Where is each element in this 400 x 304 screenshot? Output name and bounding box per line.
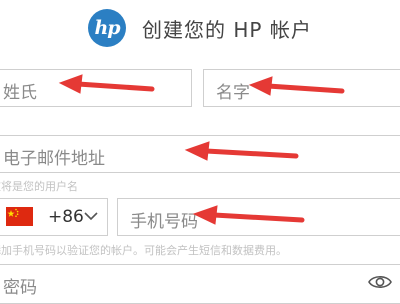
country-code: +86 <box>48 207 84 227</box>
phone-field[interactable]: 手机号码 <box>117 198 400 236</box>
password-placeholder: 密码 <box>3 278 37 298</box>
password-field[interactable]: 密码 <box>0 264 400 304</box>
china-flag-icon <box>6 207 33 226</box>
eye-icon[interactable] <box>367 272 393 292</box>
first-name-field[interactable]: 名字 <box>203 69 400 107</box>
email-placeholder: 电子邮件地址 <box>3 149 105 169</box>
chevron-down-icon[interactable] <box>83 209 99 223</box>
first-name-placeholder: 名字 <box>216 83 250 103</box>
email-field[interactable]: 电子邮件地址 <box>0 135 400 173</box>
hp-logo: hp <box>88 9 126 47</box>
page-title: 创建您的 HP 帐户 <box>142 18 312 42</box>
phone-hint: 添加手机号码以验证您的帐户。可能会产生短信和数据费用。 <box>0 244 287 257</box>
phone-placeholder: 手机号码 <box>130 212 198 232</box>
last-name-field[interactable]: 姓氏 <box>0 69 192 107</box>
last-name-placeholder: 姓氏 <box>3 83 37 103</box>
email-hint: 这将是您的用户名 <box>0 180 78 193</box>
